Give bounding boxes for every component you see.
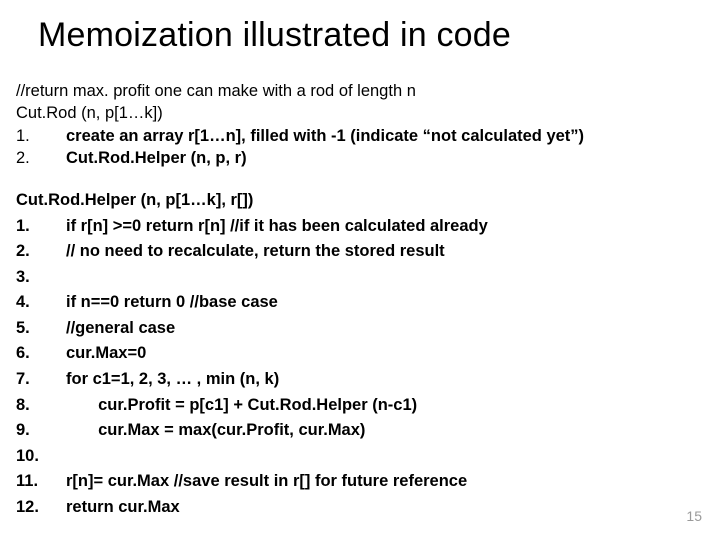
code-block-1: //return max. profit one can make with a… — [16, 80, 690, 169]
page-number: 15 — [686, 508, 702, 524]
line-number: 10. — [16, 444, 66, 470]
line-inner: cur.Max = max(cur.Profit, cur.Max) — [98, 421, 365, 439]
line-number: 12. — [16, 495, 66, 521]
line-text: cur.Max=0 — [66, 341, 488, 367]
line-text: //general case — [66, 316, 488, 342]
line-text: r[n]= cur.Max //save result in r[] for f… — [66, 469, 488, 495]
line-text: if r[n] >=0 return r[n] //if it has been… — [66, 214, 488, 240]
line-number: 4. — [16, 290, 66, 316]
line-inner: cur.Profit = p[c1] + Cut.Rod.Helper (n-c… — [98, 396, 417, 414]
line-number: 1. — [16, 125, 66, 147]
line-text: cur.Max = max(cur.Profit, cur.Max) — [66, 418, 488, 444]
line-text — [66, 444, 488, 470]
line-number: 3. — [16, 265, 66, 291]
line-text: return cur.Max — [66, 495, 488, 521]
slide: Memoization illustrated in code //return… — [0, 0, 720, 540]
signature-line: Cut.Rod (n, p[1…k]) — [16, 102, 690, 124]
comment-line: //return max. profit one can make with a… — [16, 80, 690, 102]
code-lines-1: 1. create an array r[1…n], filled with -… — [16, 125, 584, 170]
line-text: for c1=1, 2, 3, … , min (n, k) — [66, 367, 488, 393]
line-text: // no need to recalculate, return the st… — [66, 239, 488, 265]
line-number: 2. — [16, 239, 66, 265]
line-number: 2. — [16, 147, 66, 169]
code-block-2: Cut.Rod.Helper (n, p[1…k], r[]) 1. if r[… — [16, 188, 690, 520]
line-text: create an array r[1…n], filled with -1 (… — [66, 125, 584, 147]
slide-title: Memoization illustrated in code — [38, 16, 511, 55]
line-text: cur.Profit = p[c1] + Cut.Rod.Helper (n-c… — [66, 393, 488, 419]
line-number: 1. — [16, 214, 66, 240]
line-number: 11. — [16, 469, 66, 495]
signature-line: Cut.Rod.Helper (n, p[1…k], r[]) — [16, 188, 690, 214]
line-number: 7. — [16, 367, 66, 393]
line-number: 5. — [16, 316, 66, 342]
code-lines-2: 1. if r[n] >=0 return r[n] //if it has b… — [16, 214, 488, 521]
line-number: 8. — [16, 393, 66, 419]
line-text — [66, 265, 488, 291]
line-text: if n==0 return 0 //base case — [66, 290, 488, 316]
line-number: 6. — [16, 341, 66, 367]
line-text: Cut.Rod.Helper (n, p, r) — [66, 147, 584, 169]
line-number: 9. — [16, 418, 66, 444]
